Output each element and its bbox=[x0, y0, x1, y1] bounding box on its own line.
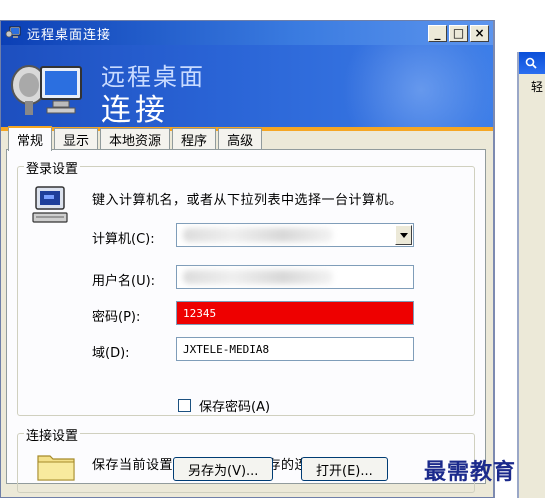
tab-label: 显示 bbox=[63, 134, 90, 149]
remote-desktop-logo-icon bbox=[11, 65, 82, 115]
save-as-label: 另存为(V)... bbox=[188, 463, 259, 479]
open-button[interactable]: 打开(E)... bbox=[301, 457, 388, 481]
banner-title-line2: 连接 bbox=[101, 93, 169, 127]
connection-settings-legend: 连接设置 bbox=[24, 425, 81, 444]
tab-label: 本地资源 bbox=[109, 134, 162, 149]
tab-general[interactable]: 常规 bbox=[8, 126, 53, 151]
tab-strip: 常规 显示 本地资源 程序 高级 bbox=[8, 126, 264, 151]
maximize-button[interactable]: □ bbox=[449, 24, 468, 42]
close-button[interactable]: × bbox=[470, 24, 489, 42]
computer-icon bbox=[32, 186, 68, 223]
save-password-label: 保存密码(A) bbox=[199, 400, 271, 415]
tab-label: 高级 bbox=[227, 134, 254, 149]
minimize-icon: _ bbox=[434, 26, 441, 40]
background-window-text: 轻 bbox=[531, 80, 544, 94]
password-input[interactable]: 12345 bbox=[176, 301, 414, 325]
tab-label: 程序 bbox=[181, 134, 208, 149]
password-label: 密码(P): bbox=[92, 310, 141, 325]
folder-icon bbox=[37, 455, 75, 481]
title-bar[interactable]: 远程桌面连接 _ □ × bbox=[1, 21, 493, 45]
computer-redacted-value bbox=[183, 228, 333, 242]
username-input[interactable] bbox=[176, 265, 414, 289]
domain-label: 域(D): bbox=[92, 346, 130, 361]
domain-value: JXTELE-MEDIA8 bbox=[183, 342, 270, 356]
computer-dropdown-button[interactable] bbox=[395, 225, 412, 245]
close-icon: × bbox=[474, 26, 485, 40]
banner-swoosh bbox=[331, 45, 493, 127]
save-password-checkbox[interactable]: 保存密码(A) bbox=[178, 396, 270, 415]
general-tab-panel: 登录设置 键入计算机名，或者从下拉列表中选择一台计算机。 计算机(C): 用户名… bbox=[6, 149, 486, 493]
background-window: 轻 bbox=[517, 52, 545, 498]
chevron-down-icon bbox=[399, 232, 408, 238]
logon-hint-text: 键入计算机名，或者从下拉列表中选择一台计算机。 bbox=[92, 193, 403, 208]
tab-local-resources[interactable]: 本地资源 bbox=[100, 128, 171, 150]
banner: 远程桌面 连接 bbox=[1, 45, 493, 127]
maximize-icon: □ bbox=[452, 26, 465, 40]
search-icon bbox=[525, 57, 537, 69]
tab-advanced[interactable]: 高级 bbox=[218, 128, 263, 150]
background-window-titlebar[interactable] bbox=[519, 52, 545, 74]
open-label: 打开(E)... bbox=[316, 463, 373, 479]
window-title: 远程桌面连接 bbox=[27, 27, 112, 43]
remote-desktop-icon bbox=[5, 26, 21, 38]
computer-label: 计算机(C): bbox=[92, 232, 155, 247]
computer-combobox[interactable] bbox=[176, 223, 414, 247]
minimize-button[interactable]: _ bbox=[428, 24, 447, 42]
logon-settings-legend: 登录设置 bbox=[24, 158, 81, 177]
tab-display[interactable]: 显示 bbox=[54, 128, 99, 150]
watermark-text: 最需教育 bbox=[424, 459, 517, 485]
tab-label: 常规 bbox=[17, 134, 44, 149]
logon-settings-group: 登录设置 键入计算机名，或者从下拉列表中选择一台计算机。 计算机(C): 用户名… bbox=[17, 158, 475, 416]
domain-input[interactable]: JXTELE-MEDIA8 bbox=[176, 337, 414, 361]
tab-programs[interactable]: 程序 bbox=[172, 128, 217, 150]
password-value: 12345 bbox=[183, 306, 217, 320]
checkbox-box[interactable] bbox=[178, 399, 191, 412]
save-as-button[interactable]: 另存为(V)... bbox=[173, 457, 274, 481]
username-redacted-value bbox=[183, 270, 333, 284]
username-label: 用户名(U): bbox=[92, 274, 156, 289]
